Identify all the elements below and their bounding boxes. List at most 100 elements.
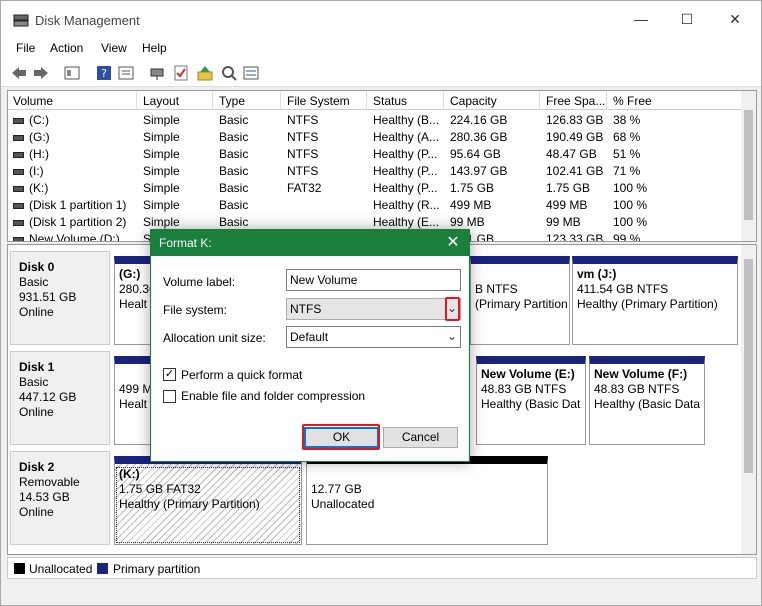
cell-layout: Simple	[143, 147, 209, 161]
quick-format-label[interactable]: Perform a quick format	[181, 368, 302, 382]
column-separator[interactable]	[366, 91, 367, 110]
chevron-down-icon[interactable]: ⌄	[447, 329, 457, 343]
partition-disk1-p1[interactable]: 499 M Healt	[114, 356, 154, 445]
disk-2-label[interactable]: Disk 2 Removable 14.53 GB Online	[10, 451, 110, 545]
check-icon[interactable]	[172, 64, 190, 82]
cell-percent-free: 38 %	[613, 113, 673, 127]
compression-label[interactable]: Enable file and folder compression	[181, 389, 365, 403]
cell-text: 51 %	[613, 147, 641, 161]
quick-format-checkbox[interactable]: ✓	[163, 368, 176, 381]
cell-percent-free: 100 %	[613, 198, 673, 212]
console-icon[interactable]	[117, 64, 135, 82]
minimize-button[interactable]: —	[618, 1, 664, 37]
cell-text: Healthy (A...	[373, 130, 440, 144]
list-icon[interactable]	[242, 64, 260, 82]
table-row[interactable]: (Disk 1 partition 2) Simple Basic Healthy (…	[8, 213, 743, 230]
cancel-button[interactable]: Cancel	[383, 427, 458, 448]
menu-help[interactable]: Help	[142, 41, 167, 55]
maximize-button[interactable]: ☐	[664, 1, 710, 37]
cell-text: 126.83 GB	[546, 113, 604, 127]
dialog-body: Volume label: New Volume File system: NT…	[152, 256, 468, 461]
highlight-dropdown-arrow	[445, 297, 460, 321]
svg-text:?: ?	[101, 67, 107, 80]
cell-text: Healthy (P...	[373, 181, 438, 195]
table-row[interactable]: (K:) Simple Basic FAT32 Healthy (P... 1.75 GB…	[8, 179, 743, 196]
column-separator[interactable]	[280, 91, 281, 110]
cell-text: Basic	[219, 130, 249, 144]
cell-layout: Simple	[143, 164, 209, 178]
table-row[interactable]: (H:) Simple Basic NTFS Healthy (P... 95.64 GB…	[8, 145, 743, 162]
column-separator[interactable]	[606, 91, 607, 110]
help-icon[interactable]: ?	[95, 64, 113, 82]
disk-1-label[interactable]: Disk 1 Basic 447.12 GB Online	[10, 351, 110, 445]
disk-0-label[interactable]: Disk 0 Basic 931.51 GB Online	[10, 251, 110, 345]
cell-text: 99 MB	[450, 215, 485, 229]
column-header-file-system[interactable]: File System	[287, 94, 350, 108]
scrollbar-thumb[interactable]	[744, 110, 753, 220]
column-header-percent-free[interactable]: % Free	[613, 94, 652, 108]
partition-j[interactable]: vm (J:) 411.54 GB NTFS Healthy (Primary …	[572, 256, 738, 345]
partition-status: Healthy (Primary Partition)	[577, 297, 718, 311]
column-separator[interactable]	[443, 91, 444, 110]
scrollbar-thumb[interactable]	[744, 259, 753, 473]
column-header-type[interactable]: Type	[219, 94, 245, 108]
column-separator[interactable]	[539, 91, 540, 110]
forward-icon[interactable]	[32, 64, 50, 82]
compression-checkbox[interactable]	[163, 390, 176, 403]
drive-icon	[13, 202, 24, 209]
search-icon[interactable]	[220, 64, 238, 82]
cell-type: Basic	[219, 198, 277, 212]
column-separator[interactable]	[212, 91, 213, 110]
cell-capacity: 143.97 GB	[450, 164, 536, 178]
toolbar: ?	[1, 59, 761, 87]
menu-view[interactable]: View	[101, 41, 127, 55]
partition-e[interactable]: New Volume (E:) 48.83 GB NTFS Healthy (B…	[476, 356, 586, 445]
menu-action[interactable]: Action	[50, 41, 83, 55]
dialog-close-button[interactable]: ✕	[443, 232, 463, 252]
column-header-status[interactable]: Status	[373, 94, 407, 108]
allocation-unit-select[interactable]: Default ⌄	[286, 326, 461, 348]
cell-status: Healthy (E...	[373, 215, 441, 229]
cell-status: Healthy (R...	[373, 198, 441, 212]
connect-icon[interactable]	[148, 64, 166, 82]
primary-swatch	[97, 563, 108, 574]
properties-icon[interactable]	[63, 64, 81, 82]
column-header-volume[interactable]: Volume	[13, 94, 53, 108]
cell-text: (G:)	[29, 130, 50, 144]
partition-size: 411.54 GB NTFS	[577, 282, 669, 296]
cell-percent-free: 99 %	[613, 232, 673, 241]
table-row[interactable]: (I:) Simple Basic NTFS Healthy (P... 143.97 G…	[8, 162, 743, 179]
cell-text: 68 %	[613, 130, 641, 144]
cell-layout: Simple	[143, 130, 209, 144]
partition-i[interactable]: B NTFS (Primary Partition	[470, 256, 570, 345]
cell-type: Basic	[219, 147, 277, 161]
back-icon[interactable]	[10, 64, 28, 82]
disk-graph-scrollbar[interactable]	[741, 245, 756, 554]
unallocated-space[interactable]: 12.77 GB Unallocated	[306, 456, 548, 545]
partition-f[interactable]: New Volume (F:) 48.83 GB NTFS Healthy (B…	[589, 356, 705, 445]
up-icon[interactable]	[196, 64, 214, 82]
cell-text: 100 %	[613, 198, 648, 212]
partition-size: 48.83 GB NTFS	[594, 382, 680, 396]
cell-status: Healthy (P...	[373, 181, 441, 195]
cell-status: Healthy (B...	[373, 113, 441, 127]
cell-text: Healthy (P...	[373, 147, 438, 161]
file-system-select[interactable]: NTFS ⌄	[286, 298, 461, 320]
column-header-capacity[interactable]: Capacity	[450, 94, 497, 108]
table-row[interactable]: (C:) Simple Basic NTFS Healthy (B... 224.16 G…	[8, 111, 743, 128]
cell-text: Simple	[143, 164, 180, 178]
partition-g[interactable]: (G:) 280.36 Healt	[114, 256, 154, 345]
column-header-layout[interactable]: Layout	[143, 94, 179, 108]
close-button[interactable]: ✕	[712, 1, 758, 37]
table-row[interactable]: (G:) Simple Basic NTFS Healthy (A... 280.36 G…	[8, 128, 743, 145]
volume-label-input[interactable]: New Volume	[286, 269, 461, 291]
cell-text: 48.47 GB	[546, 147, 597, 161]
column-header-free-space[interactable]: Free Spa...	[546, 94, 605, 108]
cell-percent-free: 51 %	[613, 147, 673, 161]
table-row[interactable]: (Disk 1 partition 1) Simple Basic Healthy (…	[8, 196, 743, 213]
menu-file[interactable]: File	[16, 41, 35, 55]
cell-free-space: 499 MB	[546, 198, 604, 212]
column-separator[interactable]	[136, 91, 137, 110]
title-bar: Disk Management — ☐ ✕	[1, 1, 761, 37]
volume-list-scrollbar[interactable]	[741, 91, 756, 241]
